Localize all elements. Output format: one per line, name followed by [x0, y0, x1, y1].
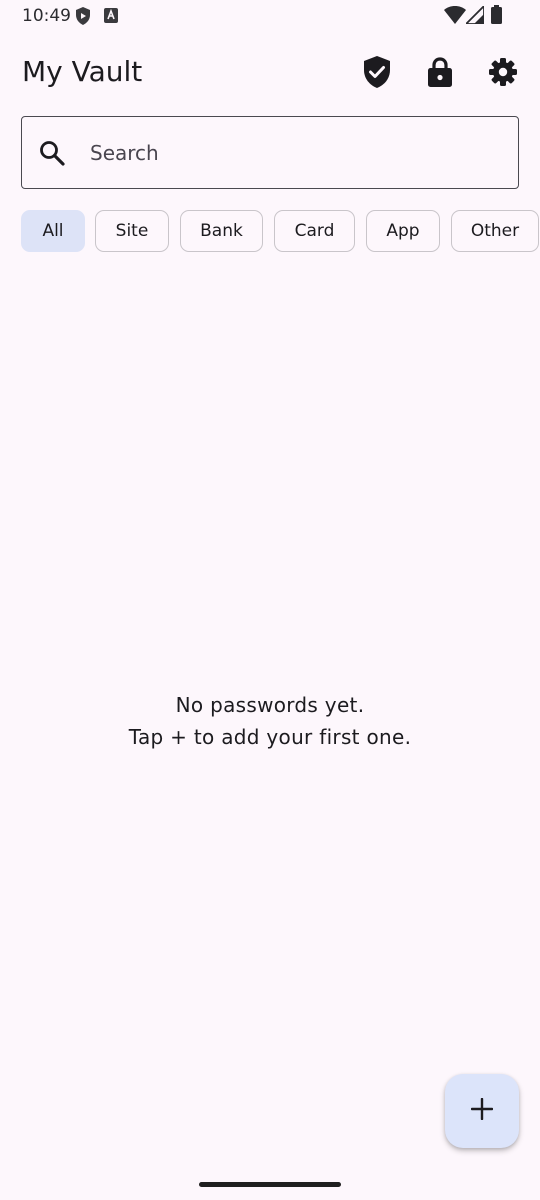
add-password-button[interactable]	[445, 1074, 519, 1148]
filter-chip-bank[interactable]: Bank	[180, 210, 263, 252]
empty-state-hint: Tap + to add your first one.	[128, 725, 412, 749]
shield-status-icon	[75, 7, 91, 30]
settings-button[interactable]	[479, 50, 527, 98]
status-bar: 10:49	[0, 0, 540, 32]
search-input[interactable]	[90, 117, 506, 188]
shield-check-icon	[363, 55, 391, 93]
filter-chip-site[interactable]: Site	[95, 210, 169, 252]
search-field[interactable]	[21, 116, 519, 189]
lock-button[interactable]	[416, 50, 464, 98]
page-title: My Vault	[22, 55, 143, 88]
battery-icon	[491, 5, 502, 29]
gesture-nav-handle[interactable]	[199, 1182, 341, 1187]
empty-state-title: No passwords yet.	[175, 693, 365, 717]
filter-chip-all[interactable]: All	[21, 210, 85, 252]
wifi-icon	[444, 6, 466, 29]
gear-icon	[489, 57, 517, 91]
filter-chip-app[interactable]: App	[366, 210, 440, 252]
plus-icon	[470, 1097, 494, 1125]
status-time: 10:49	[22, 6, 71, 26]
vault-screen: 10:49 My Vault Search All Site Bank Card…	[0, 0, 540, 1200]
filter-chip-other[interactable]: Other	[451, 210, 539, 252]
keyboard-status-icon	[104, 8, 118, 28]
lock-icon	[428, 56, 452, 92]
security-check-button[interactable]	[353, 50, 401, 98]
signal-icon	[463, 3, 485, 29]
filter-chip-card[interactable]: Card	[274, 210, 355, 252]
search-icon	[38, 139, 66, 167]
